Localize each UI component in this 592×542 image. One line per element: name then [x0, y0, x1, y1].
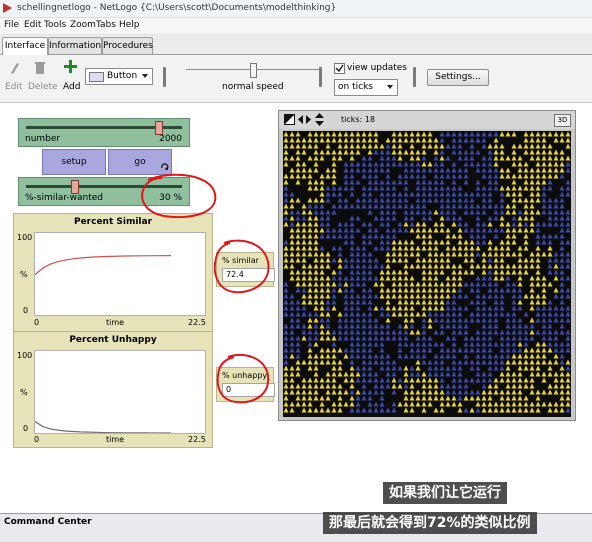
number-slider-value: 2000 — [159, 134, 182, 144]
toolbar-separator — [319, 67, 322, 87]
plot-canvas — [34, 350, 206, 434]
update-mode-value: on ticks — [338, 82, 373, 92]
menu-zoom[interactable]: Zoom — [70, 20, 96, 30]
menu-tabs[interactable]: Tabs — [96, 20, 116, 30]
go-button-label: go — [134, 157, 146, 167]
forever-loop-icon — [161, 163, 169, 170]
menu-edit[interactable]: Edit — [24, 20, 41, 30]
menu-bar: File Edit Tools Zoom Tabs Help — [0, 18, 592, 35]
add-button-label[interactable]: Add — [63, 82, 80, 92]
annotation-circle — [216, 353, 270, 404]
update-mode-select[interactable]: on ticks — [334, 79, 398, 96]
checkmark-icon — [335, 64, 344, 73]
world-grid[interactable] — [283, 131, 571, 417]
plot-y-min: 0 — [23, 306, 29, 315]
toolbar-separator — [163, 67, 166, 87]
settings-button[interactable]: Settings... — [427, 69, 489, 86]
plot-y-max: 100 — [17, 233, 33, 242]
edit-button-label[interactable]: Edit — [5, 82, 22, 92]
plot-y-min: 0 — [23, 424, 29, 433]
number-slider[interactable]: number 2000 — [18, 118, 190, 147]
view-control-bar: ticks: 18 3D — [279, 111, 575, 129]
subtitle-line-2: 那最后就会得到72%的类似比例 — [323, 512, 537, 534]
tab-information[interactable]: Information — [48, 37, 102, 54]
plot-series-line — [34, 255, 172, 276]
command-center-label: Command Center — [4, 517, 92, 527]
toolbar-separator — [413, 67, 416, 87]
plot-x-min: 0 — [34, 435, 40, 444]
plot-x-max: 22.5 — [188, 435, 206, 444]
plot-y-label: % — [20, 270, 28, 279]
menu-file[interactable]: File — [4, 20, 19, 30]
netlogo-app-icon — [3, 3, 12, 13]
annotation-circle — [141, 173, 217, 219]
menu-help[interactable]: Help — [119, 20, 140, 30]
tab-interface[interactable]: Interface — [2, 37, 48, 55]
widget-type-select[interactable]: Button — [85, 68, 153, 85]
chevron-down-icon — [142, 74, 148, 78]
window-title: schellingnetlogo - NetLogo {C:\Users\sco… — [17, 3, 337, 13]
plot-canvas — [34, 232, 206, 316]
view-updates-label: view updates — [347, 63, 407, 73]
plot-x-label: time — [106, 318, 125, 327]
delete-button-label[interactable]: Delete — [28, 82, 58, 92]
plot-x-min: 0 — [34, 318, 40, 327]
title-bar: schellingnetlogo - NetLogo {C:\Users\sco… — [0, 0, 592, 18]
world-view[interactable]: ticks: 18 3D — [278, 110, 576, 421]
slider-handle[interactable] — [155, 121, 163, 135]
plot-series-line — [34, 420, 171, 434]
speed-slider-handle[interactable] — [250, 63, 257, 78]
plot-x-label: time — [106, 435, 125, 444]
add-plus-icon[interactable] — [64, 60, 77, 73]
chevron-down-icon — [387, 85, 393, 89]
widget-type-value: Button — [107, 71, 138, 81]
slider-handle[interactable] — [71, 180, 79, 194]
plot-line-area — [34, 255, 172, 276]
plot-x-max: 22.5 — [188, 318, 206, 327]
3d-view-button[interactable]: 3D — [554, 114, 571, 127]
plot-y-label: % — [20, 388, 28, 397]
trash-icon[interactable] — [34, 61, 46, 75]
similar-wanted-label: %-similar-wanted — [25, 193, 104, 203]
plot-title: Percent Unhappy — [69, 335, 157, 345]
percent-similar-plot: Percent Similar 100 % 0 0 time 22.5 — [13, 213, 213, 332]
setup-button[interactable]: setup — [42, 149, 106, 175]
tab-strip: Interface Information Procedures — [0, 35, 592, 55]
menu-tools[interactable]: Tools — [44, 20, 66, 30]
shape-toggle-icon[interactable] — [284, 114, 295, 125]
number-slider-label: number — [25, 134, 61, 144]
plot-line-area — [34, 420, 171, 434]
pencil-icon[interactable] — [8, 61, 20, 75]
plot-y-max: 100 — [17, 351, 33, 360]
horizontal-arrows-icon[interactable] — [298, 114, 311, 125]
subtitle-line-1: 如果我们让它运行 — [383, 482, 507, 504]
annotation-circle — [213, 239, 270, 294]
tab-procedures[interactable]: Procedures — [102, 37, 153, 54]
speed-label: normal speed — [222, 82, 284, 92]
ticks-counter: ticks: 18 — [341, 115, 375, 124]
percent-unhappy-plot: Percent Unhappy 100 % 0 0 time 22.5 — [13, 331, 213, 448]
view-updates-checkbox[interactable] — [334, 63, 345, 74]
button-widget-icon — [89, 72, 104, 82]
vertical-arrows-icon[interactable] — [314, 113, 325, 126]
toolbar: Edit Delete Add Button normal speed view… — [0, 55, 592, 103]
